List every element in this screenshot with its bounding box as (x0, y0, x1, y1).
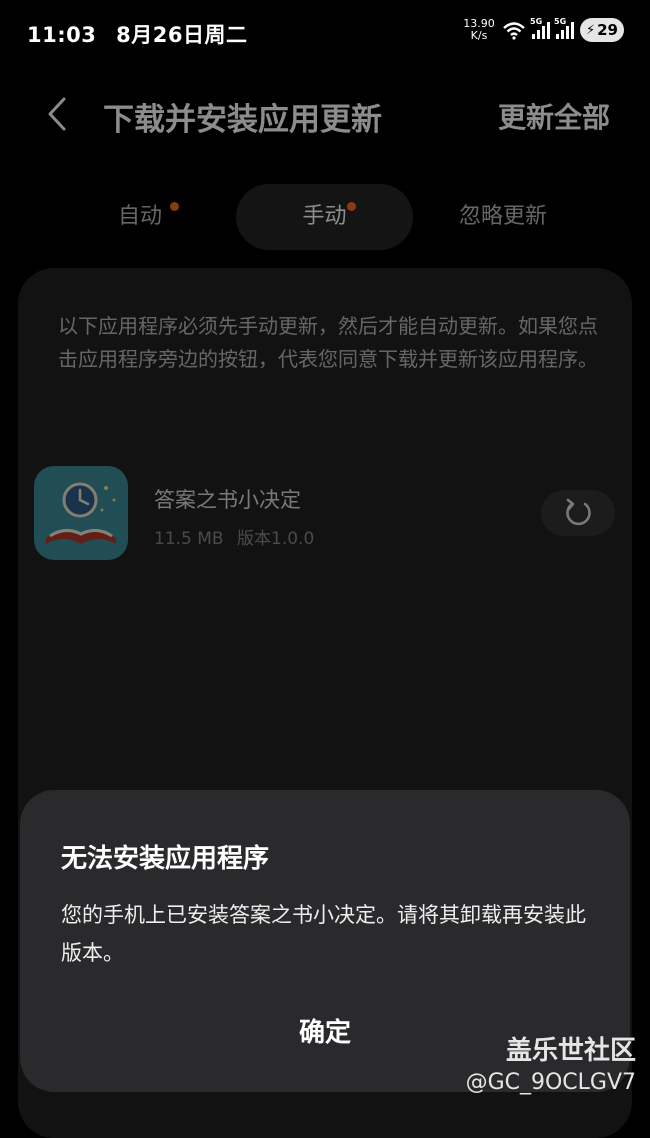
cellular-signal-1-icon: 5G (530, 17, 550, 39)
status-time: 11:03 (27, 23, 97, 47)
tab-auto-label: 自动 (117, 204, 162, 229)
app-version: 版本1.0.0 (237, 529, 315, 549)
manual-update-description: 以下应用程序必须先手动更新，然后才能自动更新。如果您点击应用程序旁边的按钮，代表… (58, 314, 598, 371)
battery-indicator: ⚡ 29 (580, 18, 624, 42)
update-app-button[interactable] (541, 490, 615, 536)
tab-bar: 自动 手动 忽略更新 (0, 184, 650, 250)
dialog-message: 您的手机上已安装答案之书小决定。请将其卸载再安装此版本。 (61, 903, 586, 965)
network-speed: 13.90 K/s (462, 18, 496, 42)
refresh-icon (566, 498, 591, 526)
signal-1-label: 5G (530, 17, 543, 26)
battery-level: 29 (597, 21, 618, 39)
status-bar: 11:03 8月26日周二 13.90 K/s 5G 5G ⚡ 29 (0, 0, 650, 62)
tab-auto[interactable]: 自动 (80, 184, 200, 250)
tab-manual-badge-dot (347, 202, 356, 211)
page-title: 下载并安装应用更新 (103, 102, 382, 138)
tab-manual-label: 手动 (302, 204, 347, 229)
update-all-button[interactable]: 更新全部 (498, 96, 610, 136)
cellular-signal-2-icon: 5G (554, 17, 574, 39)
app-name: 答案之书小决定 (154, 488, 301, 512)
status-clock: 11:03 8月26日周二 (27, 19, 248, 49)
network-speed-unit: K/s (470, 29, 488, 42)
watermark-user: @GC_9OCLGV7 (465, 1070, 636, 1095)
tab-ignored-label: 忽略更新 (458, 204, 547, 229)
app-meta: 11.5 MB 版本1.0.0 (154, 524, 314, 549)
dialog-title: 无法安装应用程序 (61, 844, 270, 874)
tab-manual[interactable]: 手动 (236, 184, 413, 250)
app-size: 11.5 MB (154, 529, 224, 549)
tab-auto-badge-dot (170, 202, 179, 211)
app-bar: 下载并安装应用更新 更新全部 (0, 80, 650, 150)
status-date: 8月26日周二 (116, 23, 248, 47)
back-arrow-icon[interactable] (44, 96, 72, 132)
book-clock-icon (34, 466, 128, 560)
status-icons: 13.90 K/s 5G 5G ⚡ 29 (462, 14, 624, 46)
wifi-icon (503, 22, 525, 40)
tab-ignored[interactable]: 忽略更新 (430, 184, 576, 250)
watermark-site: 盖乐世社区 (505, 1036, 636, 1066)
signal-2-label: 5G (554, 17, 567, 26)
charging-bolt-icon: ⚡ (585, 22, 596, 38)
